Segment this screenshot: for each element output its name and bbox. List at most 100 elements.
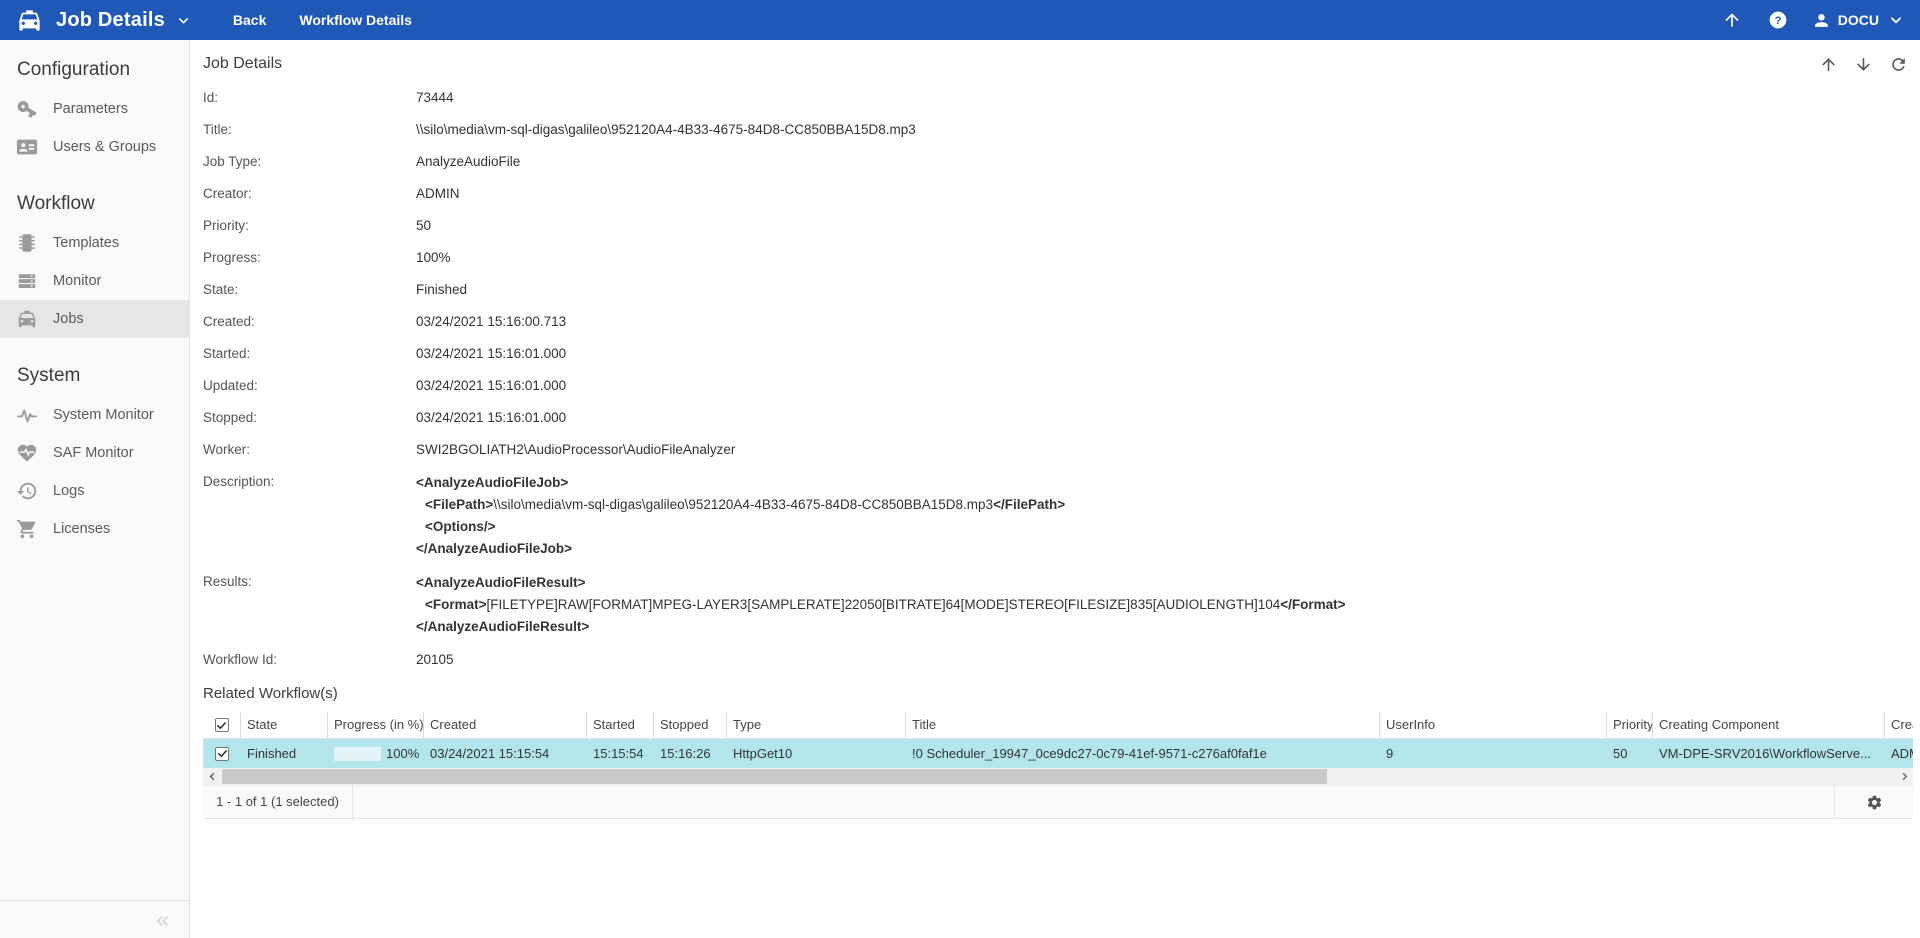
column-header-stopped[interactable]: Stopped xyxy=(654,712,727,739)
contact-card-icon xyxy=(16,136,38,158)
column-header-created[interactable]: Created xyxy=(424,712,587,739)
sidebar-item-label: Jobs xyxy=(53,311,84,327)
xml-line: <AnalyzeAudioFileResult> xyxy=(416,572,1346,594)
sidebar-item-users-groups[interactable]: Users & Groups xyxy=(0,128,189,166)
detail-value: \\silo\media\vm-sql-digas\galileo\952120… xyxy=(416,120,916,140)
detail-label: Created: xyxy=(203,312,416,332)
sidebar-item-label: Monitor xyxy=(53,273,101,289)
table-cell: 03/24/2021 15:15:54 xyxy=(424,739,587,768)
detail-value: 20105 xyxy=(416,650,454,670)
sidebar-item-templates[interactable]: Templates xyxy=(0,224,189,262)
detail-row: Id:73444 xyxy=(203,88,1920,108)
sidebar-item-label: Templates xyxy=(53,235,119,251)
sidebar-section: SystemSystem MonitorSAF MonitorLogsLicen… xyxy=(0,365,189,548)
person-icon xyxy=(1812,11,1831,30)
row-checkbox-cell xyxy=(203,739,241,768)
horizontal-scrollbar[interactable] xyxy=(203,768,1913,785)
column-header-started[interactable]: Started xyxy=(587,712,654,739)
chip-icon xyxy=(16,232,38,254)
sidebar-item-logs[interactable]: Logs xyxy=(0,472,189,510)
sidebar-section-title: Workflow xyxy=(0,193,189,215)
chevron-left-icon[interactable] xyxy=(203,768,221,785)
gear-icon xyxy=(1866,794,1883,811)
detail-label: Job Type: xyxy=(203,152,416,172)
pulse-icon xyxy=(16,404,38,426)
sidebar-item-label: Logs xyxy=(53,483,84,499)
detail-label: Stopped: xyxy=(203,408,416,428)
sidebar-item-saf-monitor[interactable]: SAF Monitor xyxy=(0,434,189,472)
detail-row: Priority:50 xyxy=(203,216,1920,236)
detail-label: Worker: xyxy=(203,440,416,460)
server-icon xyxy=(16,270,38,292)
upload-icon[interactable] xyxy=(1722,10,1742,30)
chevron-right-icon[interactable] xyxy=(1895,768,1913,785)
checkbox[interactable] xyxy=(215,747,229,761)
column-header-type[interactable]: Type xyxy=(727,712,906,739)
column-header-creator[interactable]: Creator xyxy=(1885,712,1913,739)
detail-label: State: xyxy=(203,280,416,300)
detail-row: Worker:SWI2BGOLIATH2\AudioProcessor\Audi… xyxy=(203,440,1920,460)
xml-value: <AnalyzeAudioFileJob><FilePath>\\silo\me… xyxy=(416,472,1065,560)
table-cell: 100% xyxy=(328,739,424,768)
refresh-icon[interactable] xyxy=(1889,55,1908,74)
detail-row: Workflow Id:20105 xyxy=(203,650,1920,670)
arrow-down-icon[interactable] xyxy=(1854,55,1873,74)
column-header-userinfo[interactable]: UserInfo xyxy=(1380,712,1607,739)
table-cell: 15:15:54 xyxy=(587,739,654,768)
sidebar-section: Configuration Parameters Users & Groups xyxy=(0,59,189,166)
detail-label: Priority: xyxy=(203,216,416,236)
top-bar: Job Details Back Workflow Details ? DOCU xyxy=(0,0,1920,40)
cart-icon xyxy=(16,518,38,540)
table-cell: Finished xyxy=(241,739,328,768)
detail-label: Workflow Id: xyxy=(203,650,416,670)
job-details-list: Id:73444 Title:\\silo\media\vm-sql-digas\… xyxy=(203,88,1920,670)
page-title: Job Details xyxy=(203,55,282,73)
progress-bar xyxy=(334,747,381,761)
table-settings-button[interactable] xyxy=(1834,785,1913,819)
progress-label: 100% xyxy=(386,739,419,768)
nav-workflow-details[interactable]: Workflow Details xyxy=(299,12,412,28)
row-count-status: 1 - 1 of 1 (1 selected) xyxy=(203,785,353,819)
sidebar: Configuration Parameters Users & Groups Wor… xyxy=(0,40,190,938)
detail-row: Created:03/24/2021 15:16:00.713 xyxy=(203,312,1920,332)
column-header-state[interactable]: State xyxy=(241,712,328,739)
detail-value: 100% xyxy=(416,248,451,268)
scrollbar-thumb[interactable] xyxy=(222,769,1327,784)
sidebar-item-licenses[interactable]: Licenses xyxy=(0,510,189,548)
table-row[interactable]: Finished100%03/24/2021 15:15:5415:15:541… xyxy=(203,739,1913,768)
column-header-priority[interactable]: Priority xyxy=(1607,712,1653,739)
nav-back[interactable]: Back xyxy=(233,12,266,28)
arrow-up-icon[interactable] xyxy=(1819,55,1838,74)
header-checkbox-cell xyxy=(203,712,241,738)
column-header-progress-in[interactable]: Progress (in %) xyxy=(328,712,424,739)
chevron-down-icon[interactable] xyxy=(176,13,191,28)
collapse-icon: « xyxy=(156,906,169,933)
detail-label: Title: xyxy=(203,120,416,140)
app-title[interactable]: Job Details xyxy=(56,9,165,32)
sidebar-item-monitor[interactable]: Monitor xyxy=(0,262,189,300)
taxi-icon xyxy=(16,7,43,34)
sidebar-item-jobs[interactable]: Jobs xyxy=(0,300,189,338)
sidebar-item-system-monitor[interactable]: System Monitor xyxy=(0,396,189,434)
table-cell: 9 xyxy=(1380,739,1607,768)
table-cell: HttpGet10 xyxy=(727,739,906,768)
column-header-creating-component[interactable]: Creating Component xyxy=(1653,712,1885,739)
user-menu[interactable]: DOCU xyxy=(1812,11,1904,30)
detail-row: Creator:ADMIN xyxy=(203,184,1920,204)
sidebar-item-label: Users & Groups xyxy=(53,139,156,155)
detail-row: Title:\\silo\media\vm-sql-digas\galileo\… xyxy=(203,120,1920,140)
help-icon[interactable]: ? xyxy=(1768,10,1788,30)
detail-row: Stopped:03/24/2021 15:16:01.000 xyxy=(203,408,1920,428)
column-header-title[interactable]: Title xyxy=(906,712,1380,739)
detail-row: Progress:100% xyxy=(203,248,1920,268)
main-content: Job Details Id:73444 Title:\\silo\media\v… xyxy=(191,40,1920,938)
checkbox[interactable] xyxy=(215,718,229,732)
sidebar-item-parameters[interactable]: Parameters xyxy=(0,90,189,128)
detail-value: 03/24/2021 15:16:01.000 xyxy=(416,408,566,428)
sidebar-item-label: Parameters xyxy=(53,101,128,117)
sidebar-collapse-button[interactable]: « xyxy=(0,900,189,938)
chevron-down-icon xyxy=(1888,12,1904,28)
detail-label: Updated: xyxy=(203,376,416,396)
sidebar-section-title: Configuration xyxy=(0,59,189,81)
detail-value: ADMIN xyxy=(416,184,460,204)
